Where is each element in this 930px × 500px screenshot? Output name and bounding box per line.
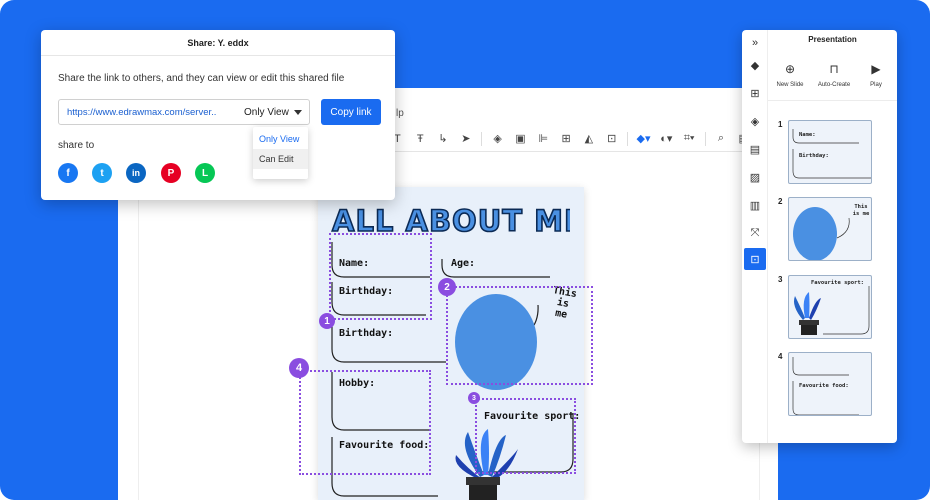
side-icon-bar: » ◆ ⊞ ◈ ▤ ▨ ▥ ⤧ ⊡ xyxy=(742,30,768,443)
badge-2: 2 xyxy=(438,278,456,296)
selection-frame-2[interactable] xyxy=(446,286,593,385)
presentation-board-icon: ⊓ xyxy=(829,62,839,76)
permission-value: Only View xyxy=(244,106,289,118)
slide-thumbnail-4[interactable]: Favourite food: xyxy=(788,352,872,416)
align-icon[interactable]: ⊫ xyxy=(532,128,555,150)
slide-number: 1 xyxy=(778,120,783,129)
twitter-icon[interactable]: t xyxy=(92,163,112,183)
flip-icon[interactable]: ◭ xyxy=(577,128,600,150)
slide-number: 3 xyxy=(778,275,783,284)
share-link-field[interactable]: https://www.edrawmax.com/server.. Only V… xyxy=(58,99,310,125)
fill-color-icon[interactable]: ◆▾ xyxy=(632,128,655,150)
data-icon[interactable]: ▥ xyxy=(744,194,766,216)
help-menu[interactable]: lp xyxy=(396,108,404,119)
slide-thumbnail-1[interactable]: Name: Birthday: xyxy=(788,120,872,184)
copy-link-button[interactable]: Copy link xyxy=(321,99,381,125)
share-dialog: Share: Y. eddx Share the link to others,… xyxy=(41,30,395,200)
toolbar-divider xyxy=(704,131,706,146)
chevron-down-icon xyxy=(293,109,302,115)
share-dialog-title: Share: Y. eddx xyxy=(41,30,395,56)
size-icon[interactable]: ⊡ xyxy=(600,128,623,150)
share-link-url[interactable]: https://www.edrawmax.com/server.. xyxy=(59,107,244,118)
presentation-icon[interactable]: ⊡ xyxy=(744,248,766,270)
slide-thumbnail-3[interactable]: Favourite sport: xyxy=(788,275,872,339)
line-style-icon[interactable]: ◐▾ xyxy=(655,128,678,150)
linkedin-icon[interactable]: in xyxy=(126,163,146,183)
share-to-label: share to xyxy=(58,140,95,151)
badge-3: 3 xyxy=(468,392,480,404)
slide-1-birthday: Birthday: xyxy=(799,153,829,159)
slide-number: 4 xyxy=(778,352,783,361)
permission-select[interactable]: Only View xyxy=(244,107,302,118)
facebook-icon[interactable]: f xyxy=(58,163,78,183)
selection-frame-4[interactable] xyxy=(299,370,431,475)
new-slide-label: New Slide xyxy=(776,82,804,88)
presentation-title: Presentation xyxy=(808,35,857,44)
slide-1-name: Name: xyxy=(799,132,816,138)
plus-circle-icon: ⊕ xyxy=(784,62,796,76)
text-box-icon[interactable]: Ŧ xyxy=(409,128,432,150)
slide-thumbnail-2[interactable]: This is me xyxy=(788,197,872,261)
layers-icon[interactable]: ◈ xyxy=(744,110,766,132)
play-button[interactable]: ▶ Play xyxy=(854,62,898,88)
permission-dropdown: Only View Can Edit xyxy=(253,127,308,179)
slide-3-sport: Favourite sport: xyxy=(811,280,864,286)
document-icon[interactable]: ▤ xyxy=(744,138,766,160)
auto-create-button[interactable]: ⊓ Auto-Create xyxy=(812,62,856,88)
selection-frame-3[interactable] xyxy=(475,398,576,474)
pinterest-icon[interactable]: P xyxy=(161,163,181,183)
presentation-panel: » ◆ ⊞ ◈ ▤ ▨ ▥ ⤧ ⊡ Presentation ⊕ New Sli… xyxy=(742,30,897,443)
play-icon: ▶ xyxy=(871,62,881,76)
badge-4: 4 xyxy=(289,358,309,378)
group-icon[interactable]: ▣ xyxy=(509,128,532,150)
birthday-label-2: Birthday: xyxy=(339,328,394,339)
panel-divider xyxy=(768,100,897,101)
layers-icon[interactable]: ◈ xyxy=(486,128,509,150)
grid-icon[interactable]: ⊞ xyxy=(744,82,766,104)
play-label: Play xyxy=(870,82,882,88)
toolbar-divider xyxy=(481,131,483,146)
image-icon[interactable]: ▨ xyxy=(744,166,766,188)
distribute-icon[interactable]: ⊞ xyxy=(555,128,578,150)
slide-number: 2 xyxy=(778,197,783,206)
toolbar-divider xyxy=(627,131,629,146)
option-can-edit[interactable]: Can Edit xyxy=(253,149,308,169)
age-label: Age: xyxy=(451,258,476,269)
pointer-icon[interactable]: ➤ xyxy=(454,128,477,150)
slide-2-speech: This is me xyxy=(852,204,870,217)
line-icon[interactable]: L xyxy=(195,163,215,183)
option-only-view[interactable]: Only View xyxy=(253,129,308,149)
badge-1: 1 xyxy=(319,313,335,329)
auto-create-label: Auto-Create xyxy=(817,82,851,88)
connector-icon[interactable]: ↳ xyxy=(432,128,455,150)
crop-icon[interactable]: ⌗▾ xyxy=(678,128,701,150)
new-slide-button[interactable]: ⊕ New Slide xyxy=(768,62,812,88)
shuffle-icon[interactable]: ⤧ xyxy=(744,222,766,244)
share-description: Share the link to others, and they can v… xyxy=(58,73,345,84)
paint-bucket-icon[interactable]: ◆ xyxy=(744,54,766,76)
slide-4-food: Favourite food: xyxy=(799,383,849,389)
collapse-icon[interactable]: » xyxy=(744,32,766,54)
selection-frame-1[interactable] xyxy=(329,233,432,320)
search-icon[interactable]: ⌕ xyxy=(710,128,733,150)
